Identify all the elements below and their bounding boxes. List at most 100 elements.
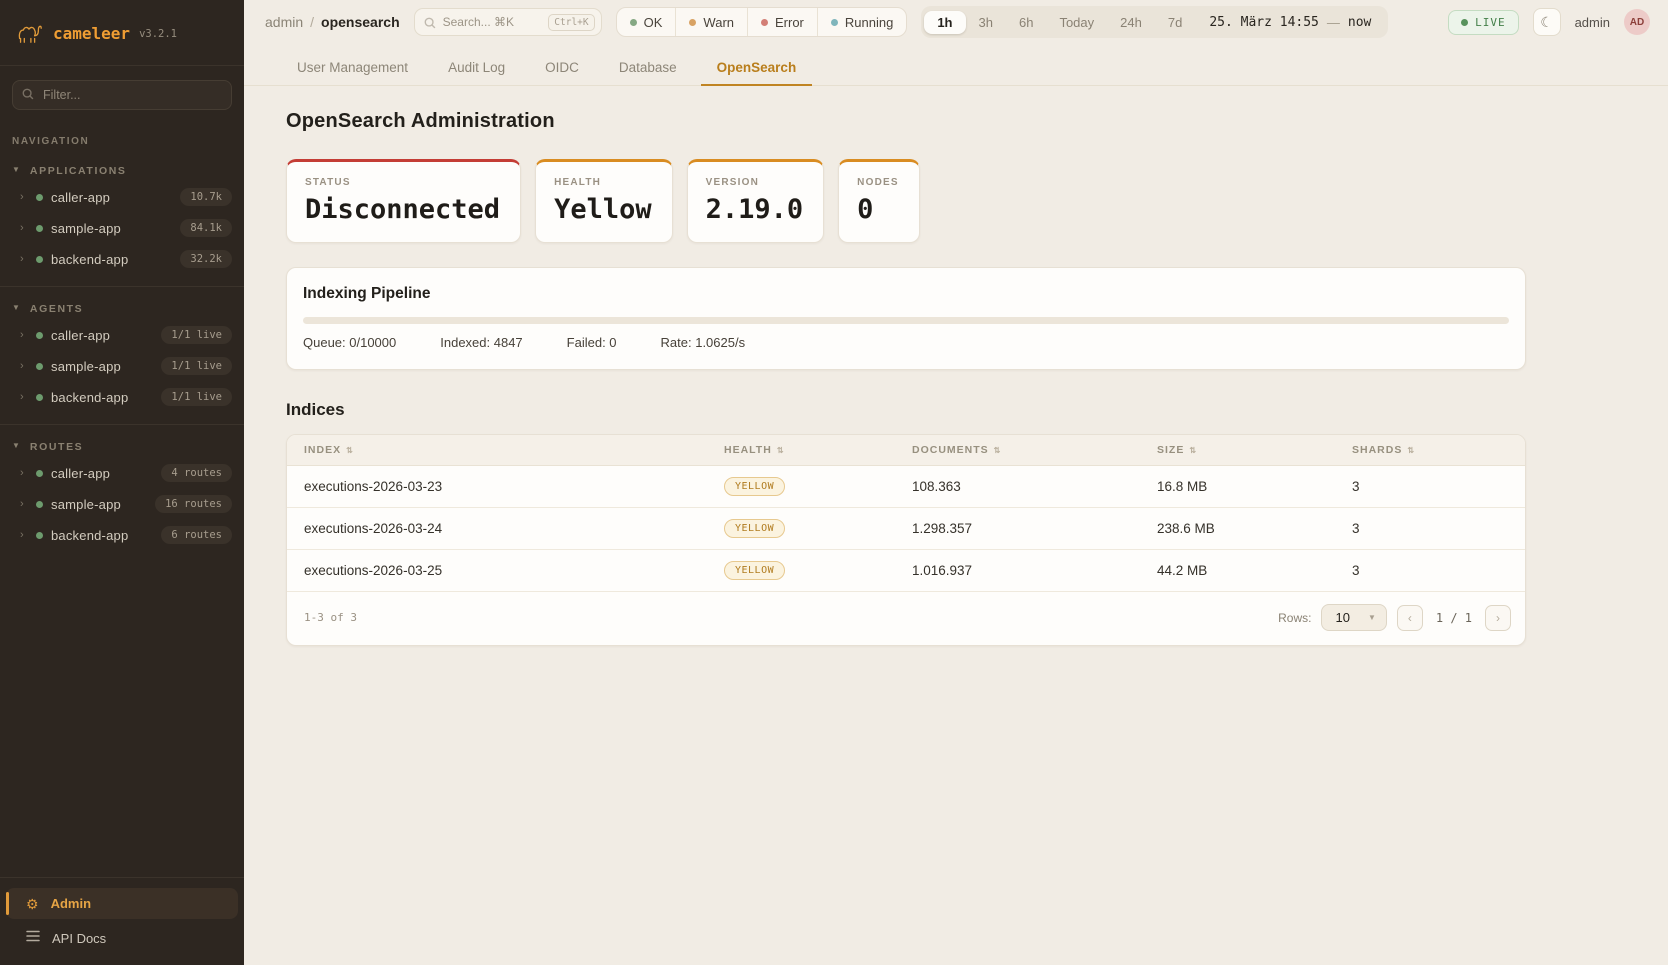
chevron-right-icon: › <box>20 529 28 541</box>
chevron-right-icon: › <box>20 191 28 203</box>
section-header-applications[interactable]: ▼ APPLICATIONS <box>0 161 244 181</box>
nodes-card: NODES 0 <box>838 159 920 243</box>
section-header-routes[interactable]: ▼ ROUTES <box>0 437 244 457</box>
page-status: 1 / 1 <box>1433 611 1475 625</box>
sidebar-item-backend-app[interactable]: › backend-app 32.2k <box>0 244 244 274</box>
live-toggle[interactable]: LIVE <box>1448 10 1519 35</box>
time-range-24h[interactable]: 24h <box>1107 11 1155 34</box>
tab-opensearch[interactable]: OpenSearch <box>701 50 813 86</box>
filter-ok[interactable]: OK <box>617 8 676 36</box>
column-header-index[interactable]: INDEX⇅ <box>287 435 707 465</box>
documents-value: 1.298.357 <box>895 510 1140 547</box>
caret-down-icon: ▼ <box>1368 613 1376 622</box>
time-range-6h[interactable]: 6h <box>1006 11 1046 34</box>
sidebar-item-backend-app-agent[interactable]: › backend-app 1/1 live <box>0 382 244 412</box>
sidebar-item-caller-app-agent[interactable]: › caller-app 1/1 live <box>0 320 244 350</box>
avatar[interactable]: AD <box>1624 9 1650 35</box>
status-card: STATUS Disconnected <box>286 159 521 243</box>
filter-error[interactable]: Error <box>747 8 817 36</box>
app-version: v3.2.1 <box>139 28 177 40</box>
divider <box>0 65 244 66</box>
health-badge: YELLOW <box>724 561 785 580</box>
chevron-down-icon: ▼ <box>12 304 20 312</box>
global-search[interactable]: Ctrl+K <box>414 8 602 36</box>
tab-database[interactable]: Database <box>603 50 693 86</box>
chevron-down-icon: ▼ <box>12 166 20 174</box>
indices-title: Indices <box>286 400 1526 420</box>
nav-caption: NAVIGATION <box>0 114 244 149</box>
theme-toggle-button[interactable]: ☾ <box>1533 8 1561 36</box>
filter-running[interactable]: Running <box>817 8 906 36</box>
column-header-documents[interactable]: DOCUMENTS⇅ <box>895 435 1140 465</box>
search-input[interactable] <box>443 15 549 29</box>
sidebar-item-caller-app[interactable]: › caller-app 10.7k <box>0 182 244 212</box>
moon-icon: ☾ <box>1540 14 1553 31</box>
gear-icon: ⚙ <box>26 897 39 911</box>
status-filter-group: OK Warn Error Running <box>616 7 908 37</box>
tab-oidc[interactable]: OIDC <box>529 50 595 86</box>
index-name: executions-2026-03-23 <box>287 468 707 505</box>
user-name: admin <box>1575 15 1610 30</box>
tab-user-management[interactable]: User Management <box>281 50 424 86</box>
rows-per-page-select[interactable]: 10 ▼ <box>1321 604 1386 631</box>
pipeline-stats: Queue: 0/10000 Indexed: 4847 Failed: 0 R… <box>303 335 1509 350</box>
chevron-right-icon: › <box>20 498 28 510</box>
count-badge: 32.2k <box>180 250 232 268</box>
column-header-health[interactable]: HEALTH⇅ <box>707 435 895 465</box>
time-range-display[interactable]: 25. März 14:55 — now <box>1195 15 1385 30</box>
routes-badge: 16 routes <box>155 495 232 513</box>
time-range-7d[interactable]: 7d <box>1155 11 1195 34</box>
time-range-1h[interactable]: 1h <box>924 11 965 34</box>
sidebar-item-sample-app-routes[interactable]: › sample-app 16 routes <box>0 489 244 519</box>
search-icon <box>423 16 437 35</box>
time-range-3h[interactable]: 3h <box>966 11 1006 34</box>
health-badge: YELLOW <box>724 519 785 538</box>
page-title: OpenSearch Administration <box>286 110 1526 133</box>
section-header-agents[interactable]: ▼ AGENTS <box>0 299 244 319</box>
column-header-size[interactable]: SIZE⇅ <box>1140 435 1335 465</box>
chevron-right-icon: › <box>20 329 28 341</box>
next-page-button[interactable]: › <box>1485 605 1511 631</box>
breadcrumb-parent[interactable]: admin <box>265 14 303 30</box>
live-badge: 1/1 live <box>161 388 232 406</box>
size-value: 44.2 MB <box>1140 552 1335 589</box>
chevron-right-icon: › <box>20 360 28 372</box>
prev-page-button[interactable]: ‹ <box>1397 605 1423 631</box>
table-footer: 1-3 of 3 Rows: 10 ▼ ‹ 1 / 1 › <box>287 592 1525 645</box>
chevron-right-icon: › <box>20 467 28 479</box>
stat-cards-row: STATUS Disconnected HEALTH Yellow VERSIO… <box>286 159 1526 243</box>
version-card: VERSION 2.19.0 <box>687 159 825 243</box>
tab-audit-log[interactable]: Audit Log <box>432 50 521 86</box>
sort-icon: ⇅ <box>1407 446 1415 455</box>
chevron-down-icon: ▼ <box>12 442 20 450</box>
filter-warn[interactable]: Warn <box>675 8 747 36</box>
routes-badge: 6 routes <box>161 526 232 544</box>
time-range-today[interactable]: Today <box>1046 11 1107 34</box>
sidebar-item-admin[interactable]: ⚙ Admin <box>6 888 238 919</box>
live-dot-icon <box>1461 19 1468 26</box>
app-logo[interactable]: cameleer v3.2.1 <box>0 0 244 65</box>
sidebar-item-sample-app-agent[interactable]: › sample-app 1/1 live <box>0 351 244 381</box>
status-dot <box>36 256 43 263</box>
table-row[interactable]: executions-2026-03-24 YELLOW 1.298.357 2… <box>287 508 1525 550</box>
running-dot-icon <box>831 19 838 26</box>
sidebar-item-caller-app-routes[interactable]: › caller-app 4 routes <box>0 458 244 488</box>
section-routes: ▼ ROUTES › caller-app 4 routes › sample-… <box>0 425 244 551</box>
time-range-group: 1h 3h 6h Today 24h 7d 25. März 14:55 — n… <box>921 6 1388 38</box>
status-value: Disconnected <box>305 194 500 225</box>
failed-stat: Failed: 0 <box>567 335 617 350</box>
row-range-label: 1-3 of 3 <box>304 611 357 624</box>
nodes-value: 0 <box>857 194 899 225</box>
tab-bar: User Management Audit Log OIDC Database … <box>244 50 1668 86</box>
filter-input[interactable] <box>12 80 232 110</box>
sidebar-item-backend-app-routes[interactable]: › backend-app 6 routes <box>0 520 244 550</box>
sidebar-item-api-docs[interactable]: API Docs <box>6 919 238 951</box>
breadcrumb-current: opensearch <box>321 14 400 30</box>
sidebar-item-sample-app[interactable]: › sample-app 84.1k <box>0 213 244 243</box>
table-row[interactable]: executions-2026-03-23 YELLOW 108.363 16.… <box>287 466 1525 508</box>
routes-badge: 4 routes <box>161 464 232 482</box>
column-header-shards[interactable]: SHARDS⇅ <box>1335 435 1525 465</box>
table-row[interactable]: executions-2026-03-25 YELLOW 1.016.937 4… <box>287 550 1525 592</box>
status-dot <box>36 363 43 370</box>
sort-icon: ⇅ <box>346 446 354 455</box>
